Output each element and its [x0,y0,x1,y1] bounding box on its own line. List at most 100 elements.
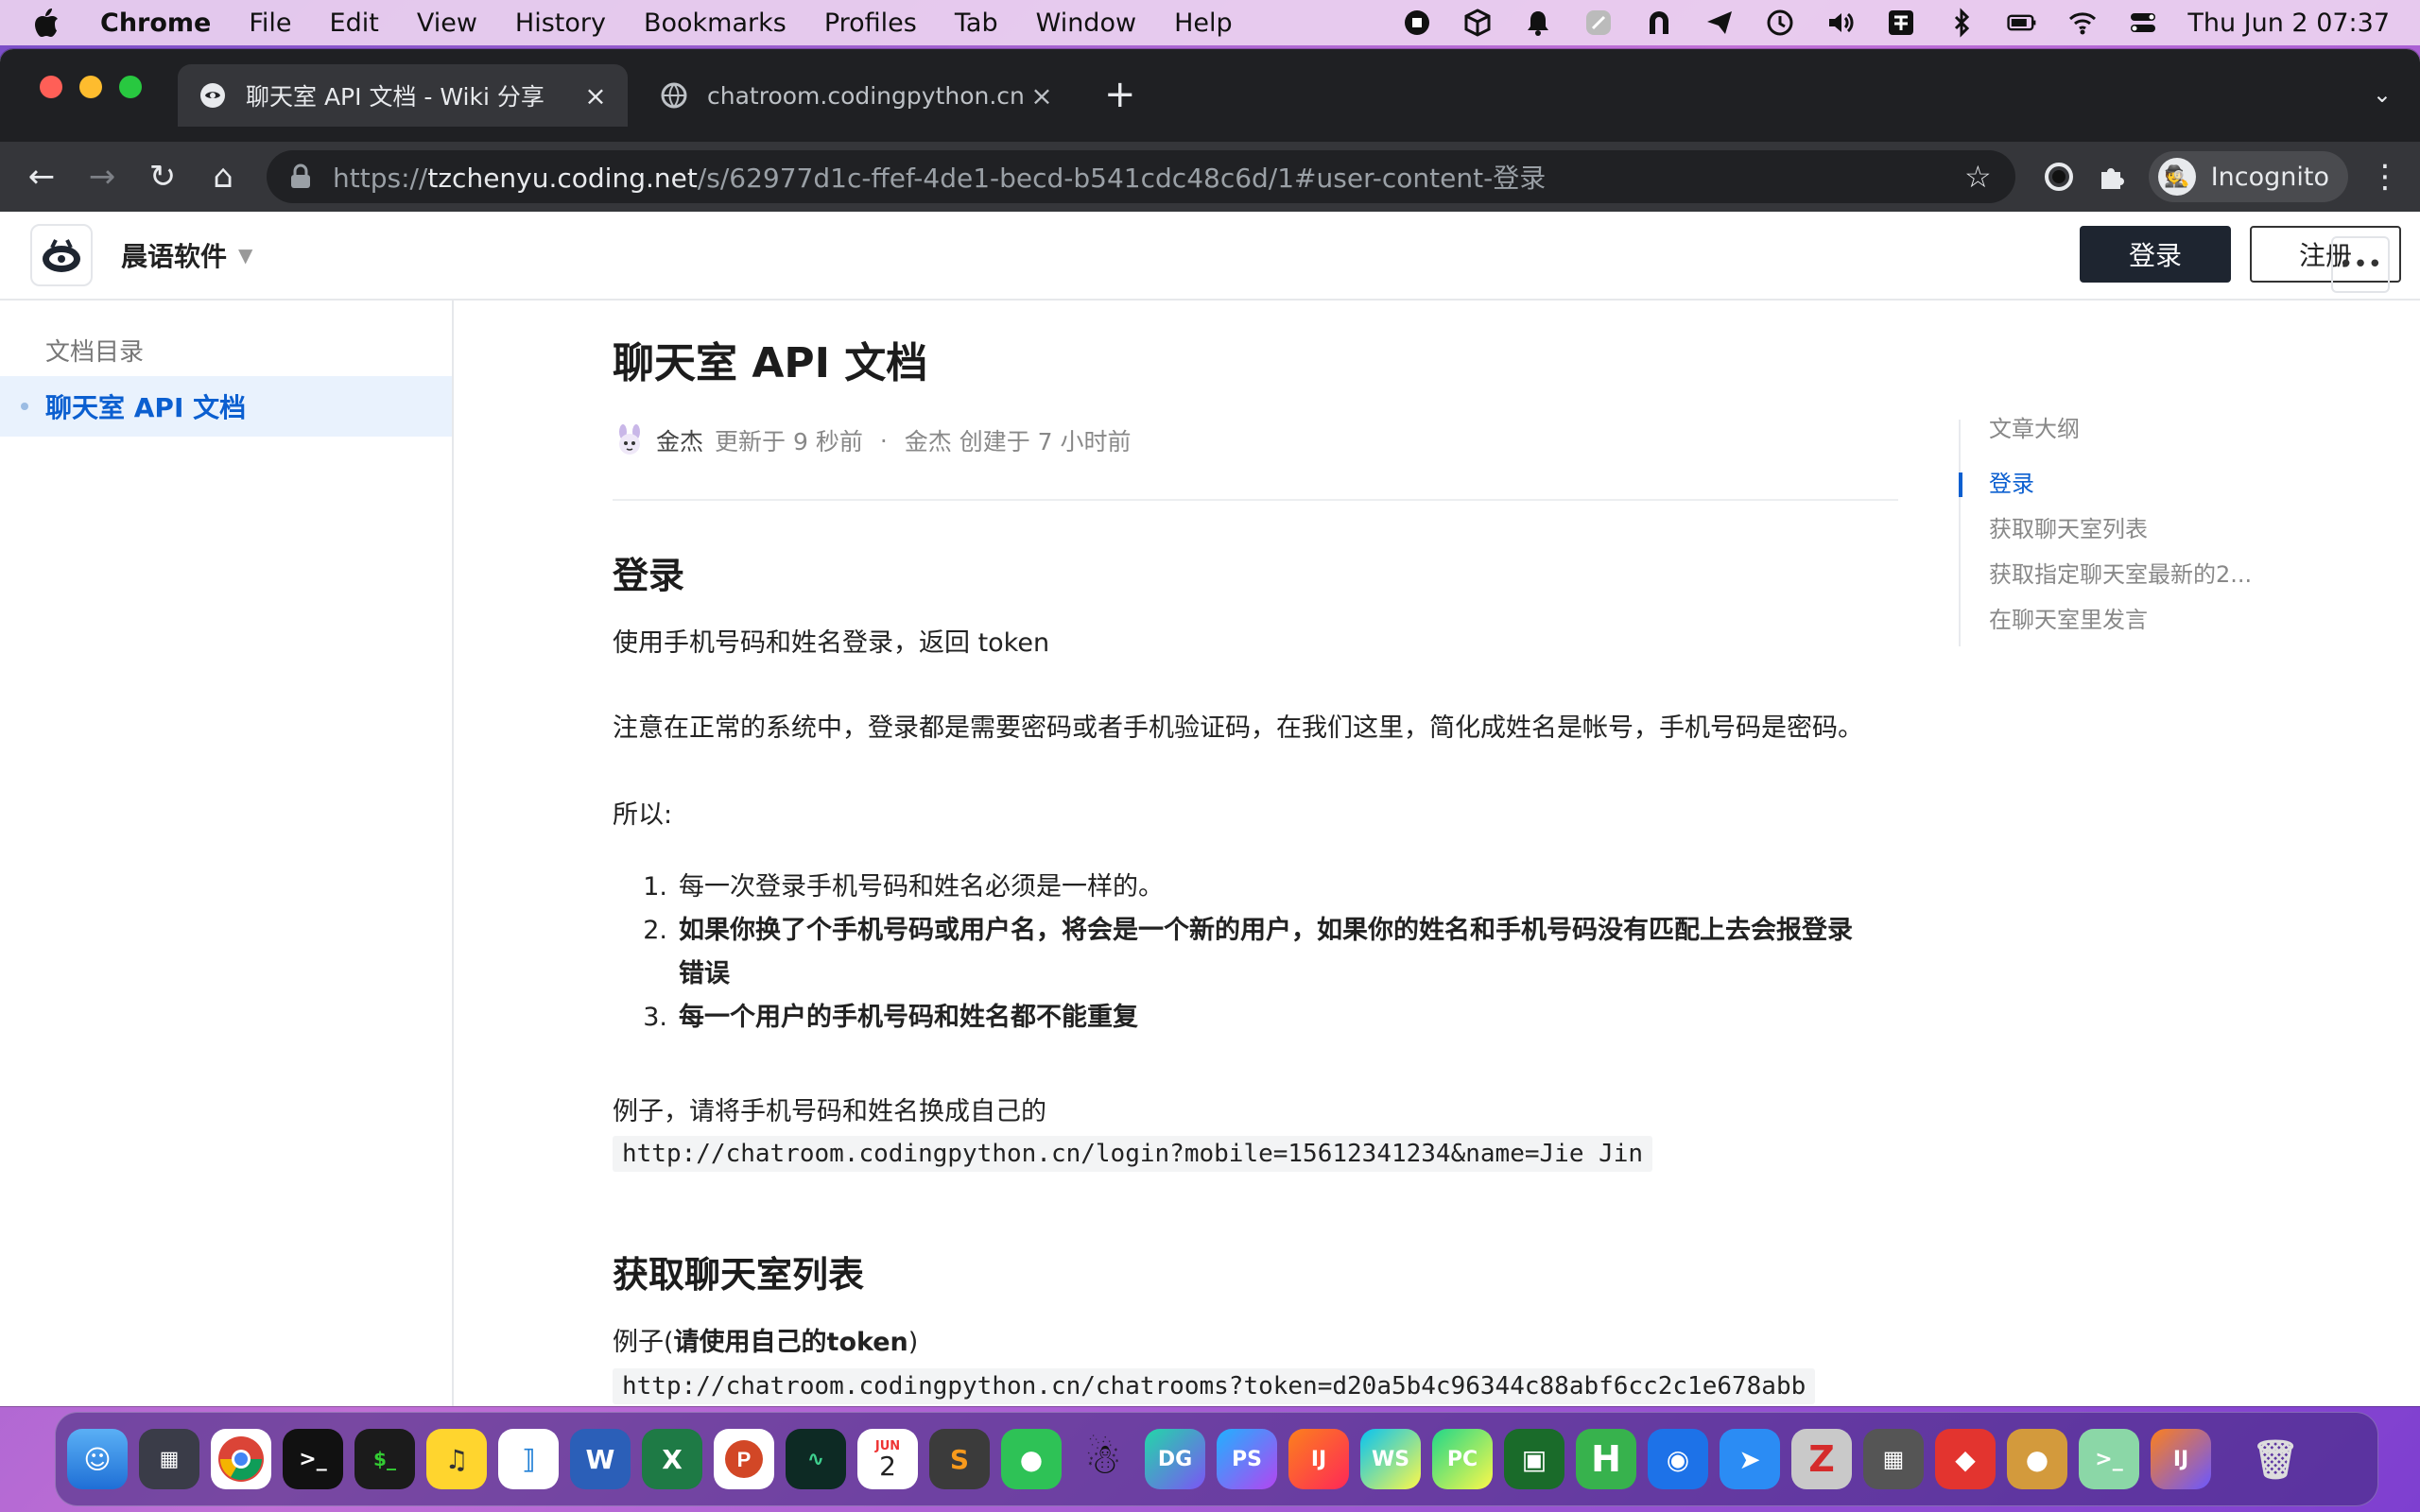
close-window-button[interactable] [40,76,62,98]
terminal-icon[interactable]: >_ [283,1429,343,1489]
bookmark-star-icon[interactable]: ☆ [1964,159,2002,195]
word-icon[interactable]: W [570,1429,631,1489]
chrome-menu-icon[interactable]: ⋮ [2369,158,2401,196]
stop-record-icon[interactable] [1401,9,1433,37]
launchpad-icon[interactable]: ▦ [139,1429,199,1489]
code-login-url[interactable]: http://chatroom.codingpython.cn/login?mo… [613,1136,1653,1172]
chat-bubble-icon[interactable]: >_ [2079,1429,2139,1489]
reload-button[interactable]: ↻ [138,152,187,201]
list-text: 每一次登录手机号码和姓名必须是一样的。 [679,872,1164,902]
tab-chatroom-login[interactable]: chatroom.codingpython.cn/login × [639,64,1074,127]
battery-icon[interactable] [2006,9,2038,37]
sidebar-item-chatroom-api[interactable]: 聊天室 API 文档 [0,376,452,437]
wifi-icon[interactable] [2066,9,2099,37]
activity-monitor-icon[interactable]: ∿ [786,1429,846,1489]
wechat-icon[interactable]: ● [1001,1429,1062,1489]
home-button[interactable]: ⌂ [199,152,248,201]
menu-file[interactable]: File [249,9,291,38]
dock-label: IJ [1310,1447,1327,1471]
vscode-icon[interactable]: ⟧ [498,1429,559,1489]
minimize-window-button[interactable] [79,76,102,98]
author-avatar[interactable] [613,423,647,457]
author-name[interactable]: 金杰 [656,423,703,457]
outline-item-latest-messages[interactable]: 获取指定聊天室最新的2... [1989,556,2252,589]
outline-item-chatroom-list[interactable]: 获取聊天室列表 [1989,510,2148,543]
chrome-icon[interactable] [211,1429,271,1489]
intellij-icon[interactable]: IJ [1288,1429,1349,1489]
hbuilder-icon[interactable]: H [1576,1429,1636,1489]
intellij-ce-icon[interactable]: IJ [2151,1429,2211,1489]
back-button[interactable]: ← [17,152,66,201]
iterm-icon[interactable]: $_ [354,1429,415,1489]
sublime-icon[interactable]: S [929,1429,990,1489]
maps-pin-icon[interactable]: ◉ [1648,1429,1708,1489]
close-tab-icon[interactable]: × [1023,80,1061,112]
org-name[interactable]: 晨语软件 [121,236,227,274]
new-tab-button[interactable]: + [1104,76,1136,113]
filezilla-icon[interactable]: Z [1791,1429,1852,1489]
menu-help[interactable]: Help [1174,9,1233,38]
calculator-icon[interactable]: ▦ [1863,1429,1924,1489]
menu-tab[interactable]: Tab [955,9,998,38]
calendar-day: 2 [879,1451,896,1482]
site-logo-icon[interactable] [30,224,93,286]
control-center-icon[interactable] [2127,9,2159,37]
outline-item-login[interactable]: 登录 [1989,465,2034,498]
excel-icon[interactable]: X [642,1429,702,1489]
bluetooth-icon[interactable] [1945,8,1978,38]
apple-logo-icon[interactable] [32,7,60,39]
finder-icon[interactable]: ☺ [67,1429,128,1489]
acorn-icon[interactable]: ● [2007,1429,2067,1489]
tab-search-chevron-icon[interactable]: ⌄ [2373,81,2392,108]
phpstorm-icon[interactable]: PS [1217,1429,1277,1489]
menu-edit[interactable]: Edit [330,9,379,38]
paper-plane-icon[interactable] [1703,9,1736,37]
org-dropdown-chevron-icon[interactable]: ▼ [238,244,252,266]
incognito-profile-button[interactable]: 🕵 Incognito [2148,151,2348,202]
datagrip-icon[interactable]: DG [1145,1429,1205,1489]
menu-profiles[interactable]: Profiles [824,9,917,38]
zoom-window-button[interactable] [119,76,142,98]
calendar-icon[interactable]: JUN 2 [857,1429,918,1489]
coding-favicon-icon [200,83,225,108]
created-time: 金杰 创建于 7 小时前 [904,428,1132,455]
anydesk-icon[interactable]: ◆ [1935,1429,1996,1489]
bell-icon[interactable] [1522,9,1554,37]
feishu-icon[interactable]: ➤ [1720,1429,1780,1489]
feather-icon[interactable] [1582,9,1615,37]
magnet-icon[interactable] [1643,9,1675,37]
close-tab-icon[interactable]: × [577,80,614,112]
more-options-button[interactable]: ••• [2331,236,2390,293]
url-text[interactable]: https://tzchenyu.coding.net/s/62977d1c-f… [333,158,1964,196]
box-icon[interactable] [1461,9,1494,37]
qq-icon[interactable]: ☃ [1073,1429,1133,1489]
title-divider [613,499,1898,501]
login-button[interactable]: 登录 [2080,226,2231,283]
volume-icon[interactable] [1824,9,1857,37]
dock-label: PC [1446,1447,1478,1471]
lock-icon[interactable] [289,163,312,190]
outline-item-post-message[interactable]: 在聊天室里发言 [1989,601,2148,634]
trash-icon[interactable]: 🗑 [2245,1429,2306,1489]
menu-bookmarks[interactable]: Bookmarks [644,9,786,38]
extensions-puzzle-icon[interactable] [2096,161,2128,193]
webstorm-icon[interactable]: WS [1360,1429,1421,1489]
address-bar[interactable]: https://tzchenyu.coding.net/s/62977d1c-f… [267,150,2015,203]
forward-button[interactable]: → [78,152,127,201]
extension-circle-icon[interactable] [2043,161,2075,193]
input-method-icon[interactable] [1885,9,1917,37]
menu-window[interactable]: Window [1036,9,1136,38]
menu-view[interactable]: View [417,9,477,38]
screens-icon[interactable]: ▣ [1504,1429,1564,1489]
tab-wiki-doc[interactable]: 聊天室 API 文档 - Wiki 分享 × [178,64,628,127]
menu-bar-clock[interactable]: Thu Jun 2 07:37 [2187,9,2390,38]
pycharm-icon[interactable]: PC [1432,1429,1493,1489]
code-chatrooms-url[interactable]: http://chatroom.codingpython.cn/chatroom… [613,1368,1816,1404]
doc-sidebar: 文档目录 聊天室 API 文档 [0,301,454,1406]
menu-history[interactable]: History [515,9,606,38]
menu-app-chrome[interactable]: Chrome [100,9,211,38]
url-scheme: https:// [333,163,428,194]
powerpoint-icon[interactable]: P [714,1429,774,1489]
time-machine-icon[interactable] [1764,9,1796,37]
music-app-icon[interactable]: ♫ [426,1429,487,1489]
